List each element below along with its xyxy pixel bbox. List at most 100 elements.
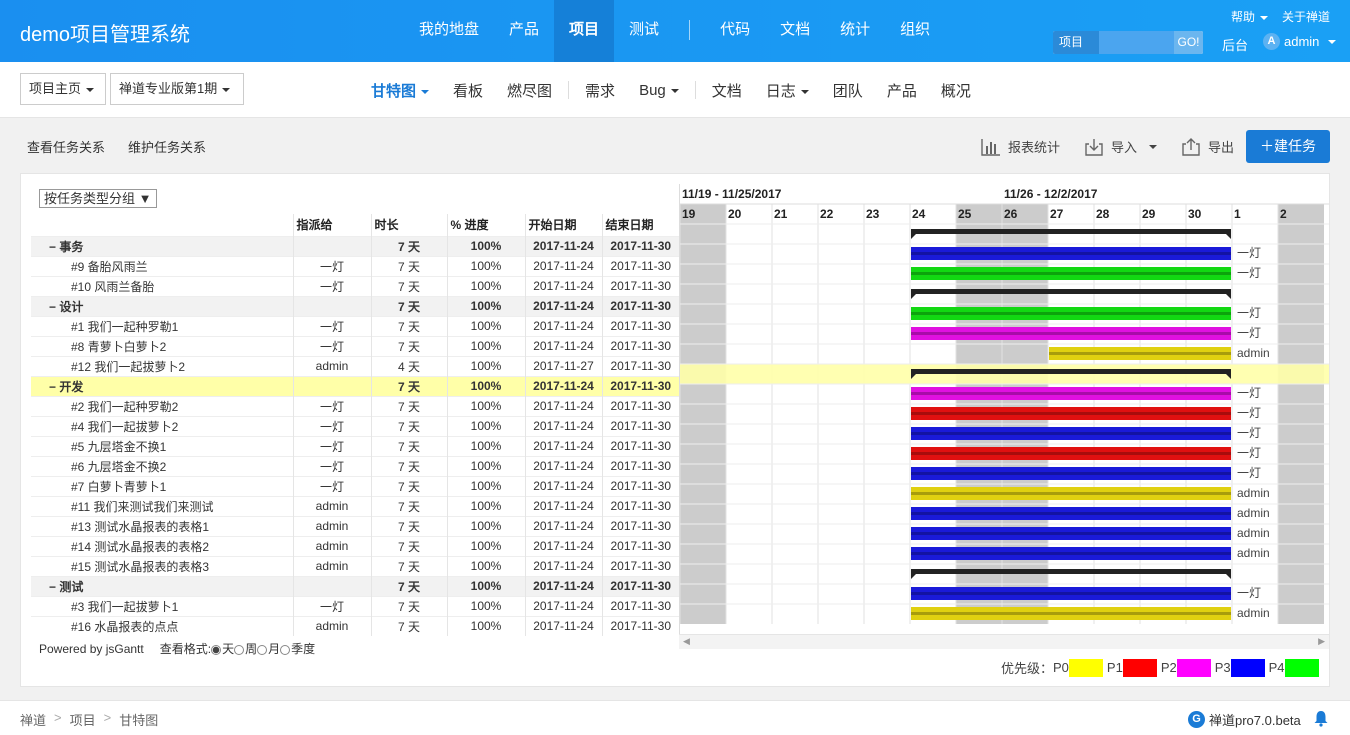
subnav-item-2[interactable]: 燃尽图 [495, 80, 564, 101]
group-bar[interactable] [911, 229, 1231, 234]
cell-name[interactable]: #9 备胎风雨兰 [31, 255, 293, 276]
nav-item-6[interactable]: 统计 [825, 0, 885, 62]
view-format-option[interactable]: 周 [234, 642, 257, 656]
radio-icon[interactable] [280, 645, 291, 656]
backend-link[interactable]: 后台 [1222, 35, 1248, 54]
cell-name[interactable]: #7 白萝卜青萝卜1 [31, 475, 293, 496]
cell-name[interactable]: #11 我们来测试我们来测试 [31, 495, 293, 516]
cell-name[interactable]: #13 测试水晶报表的表格1 [31, 515, 293, 536]
subnav-item-3[interactable]: 需求 [573, 80, 627, 101]
subnav-item-1[interactable]: 看板 [441, 80, 495, 101]
create-task-button[interactable]: ＋建任务 [1246, 130, 1330, 163]
group-by-select[interactable]: 按任务类型分组 ▼ [39, 189, 157, 208]
user-menu[interactable]: A admin [1263, 33, 1337, 50]
table-row[interactable]: #16 水晶报表的点点 admin 7 天 100% 2017-11-24 2017-11… [31, 615, 679, 636]
cell-name[interactable]: #10 风雨兰备胎 [31, 275, 293, 296]
view-format-option[interactable]: 季度 [280, 642, 315, 656]
view-relations-link[interactable]: 查看任务关系 [27, 137, 105, 156]
table-row[interactable]: #11 我们来测试我们来测试 admin 7 天 100% 2017-11-24 2017… [31, 495, 679, 516]
subnav-item-0[interactable]: 甘特图 [359, 80, 441, 101]
group-row[interactable]: − 开发 7 天 100% 2017-11-24 2017-11-30 [31, 375, 679, 396]
project-switcher-dropdown[interactable]: 禅道专业版第1期 [110, 73, 244, 105]
group-bar[interactable] [911, 569, 1231, 574]
scroll-right-icon[interactable]: ▶ [1318, 636, 1325, 647]
cell-name[interactable]: − 事务 [31, 235, 293, 256]
search-input[interactable] [1099, 31, 1174, 54]
nav-item-7[interactable]: 组织 [885, 0, 945, 62]
cell-name[interactable]: #6 九层塔金不换2 [31, 455, 293, 476]
nav-item-2[interactable]: 项目 [554, 0, 615, 62]
cell-duration: 7 天 [370, 535, 447, 556]
cell-name[interactable]: #16 水晶报表的点点 [31, 615, 293, 636]
search-go-button[interactable]: GO! [1174, 31, 1203, 54]
breadcrumb-item[interactable]: 甘特图 [119, 710, 158, 729]
cell-name[interactable]: − 测试 [31, 575, 293, 596]
view-format-option[interactable]: 天 [211, 642, 234, 656]
report-button[interactable]: 报表统计 [981, 137, 1060, 156]
subnav-item-6[interactable]: 日志 [754, 80, 821, 101]
maintain-relations-link[interactable]: 维护任务关系 [128, 137, 206, 156]
table-row[interactable]: #5 九层塔金不换1 一灯 7 天 100% 2017-11-24 2017-11-30 [31, 435, 679, 456]
nav-item-1[interactable]: 产品 [494, 0, 554, 62]
nav-item-4[interactable]: 代码 [705, 0, 765, 62]
table-row[interactable]: #15 测试水晶报表的表格3 admin 7 天 100% 2017-11-24 2017… [31, 555, 679, 576]
brand-title[interactable]: demo项目管理系统 [20, 18, 190, 47]
search-scope-select[interactable]: 项目 [1053, 31, 1099, 54]
cell-assignee: 一灯 [292, 275, 371, 296]
table-row[interactable]: #7 白萝卜青萝卜1 一灯 7 天 100% 2017-11-24 2017-11-30 [31, 475, 679, 496]
table-row[interactable]: #8 青萝卜白萝卜2 一灯 7 天 100% 2017-11-24 2017-11-30 [31, 335, 679, 356]
subnav-item-7[interactable]: 团队 [821, 80, 875, 101]
cell-name[interactable]: #4 我们一起拔萝卜2 [31, 415, 293, 436]
group-row[interactable]: − 设计 7 天 100% 2017-11-24 2017-11-30 [31, 295, 679, 316]
cell-name[interactable]: − 设计 [31, 295, 293, 316]
cell-name[interactable]: #14 测试水晶报表的表格2 [31, 535, 293, 556]
project-home-dropdown[interactable]: 项目主页 [20, 73, 106, 105]
table-row[interactable]: #10 风雨兰备胎 一灯 7 天 100% 2017-11-24 2017-11-30 [31, 275, 679, 296]
subnav-item-4[interactable]: Bug [627, 82, 691, 99]
table-row[interactable]: #2 我们一起种罗勒2 一灯 7 天 100% 2017-11-24 2017-11-30 [31, 395, 679, 416]
table-row[interactable]: #9 备胎风雨兰 一灯 7 天 100% 2017-11-24 2017-11-30 [31, 255, 679, 276]
table-row[interactable]: #6 九层塔金不换2 一灯 7 天 100% 2017-11-24 2017-11-30 [31, 455, 679, 476]
group-row[interactable]: − 事务 7 天 100% 2017-11-24 2017-11-30 [31, 235, 679, 256]
table-row[interactable]: #14 测试水晶报表的表格2 admin 7 天 100% 2017-11-24 2017… [31, 535, 679, 556]
subnav-item-5[interactable]: 文档 [700, 80, 754, 101]
cell-name[interactable]: #15 测试水晶报表的表格3 [31, 555, 293, 576]
radio-icon[interactable] [234, 645, 245, 656]
nav-item-3[interactable]: 测试 [614, 0, 674, 62]
bell-icon[interactable] [1313, 709, 1329, 727]
export-button[interactable]: 导出 [1181, 137, 1234, 156]
cell-name[interactable]: #12 我们一起拔萝卜2 [31, 355, 293, 376]
breadcrumb-item[interactable]: 禅道 [20, 710, 46, 729]
cell-progress: 100% [446, 235, 525, 256]
group-bar[interactable] [911, 289, 1231, 294]
scroll-left-icon[interactable]: ◀ [683, 636, 690, 647]
nav-item-5[interactable]: 文档 [765, 0, 825, 62]
version-info[interactable]: G 禅道pro7.0.beta [1188, 710, 1301, 729]
table-row[interactable]: #12 我们一起拔萝卜2 admin 4 天 100% 2017-11-27 2017-1… [31, 355, 679, 376]
cell-name[interactable]: #1 我们一起种罗勒1 [31, 315, 293, 336]
import-button[interactable]: 导入 [1084, 137, 1158, 156]
task-bar-label: admin [1237, 486, 1270, 500]
cell-name[interactable]: #2 我们一起种罗勒2 [31, 395, 293, 416]
horizontal-scrollbar[interactable]: ◀ ▶ [679, 634, 1329, 649]
table-row[interactable]: #13 测试水晶报表的表格1 admin 7 天 100% 2017-11-24 2017… [31, 515, 679, 536]
view-format-option[interactable]: 月 [257, 642, 280, 656]
cell-name[interactable]: #8 青萝卜白萝卜2 [31, 335, 293, 356]
cell-name[interactable]: #3 我们一起拔萝卜1 [31, 595, 293, 616]
nav-item-0[interactable]: 我的地盘 [404, 0, 494, 62]
cell-end: 2017-11-30 [601, 535, 679, 556]
table-row[interactable]: #3 我们一起拔萝卜1 一灯 7 天 100% 2017-11-24 2017-11-30 [31, 595, 679, 616]
group-row[interactable]: − 测试 7 天 100% 2017-11-24 2017-11-30 [31, 575, 679, 596]
cell-name[interactable]: − 开发 [31, 375, 293, 396]
table-row[interactable]: #1 我们一起种罗勒1 一灯 7 天 100% 2017-11-24 2017-11-30 [31, 315, 679, 336]
breadcrumb-item[interactable]: 项目 [70, 710, 96, 729]
subnav-item-9[interactable]: 概况 [929, 80, 983, 101]
cell-name[interactable]: #5 九层塔金不换1 [31, 435, 293, 456]
about-link[interactable]: 关于禅道 [1282, 8, 1330, 25]
group-bar[interactable] [911, 369, 1231, 374]
radio-icon[interactable] [257, 645, 268, 656]
help-menu[interactable]: 帮助 [1231, 8, 1268, 25]
radio-icon[interactable] [211, 645, 222, 656]
table-row[interactable]: #4 我们一起拔萝卜2 一灯 7 天 100% 2017-11-24 2017-11-30 [31, 415, 679, 436]
subnav-item-8[interactable]: 产品 [875, 80, 929, 101]
